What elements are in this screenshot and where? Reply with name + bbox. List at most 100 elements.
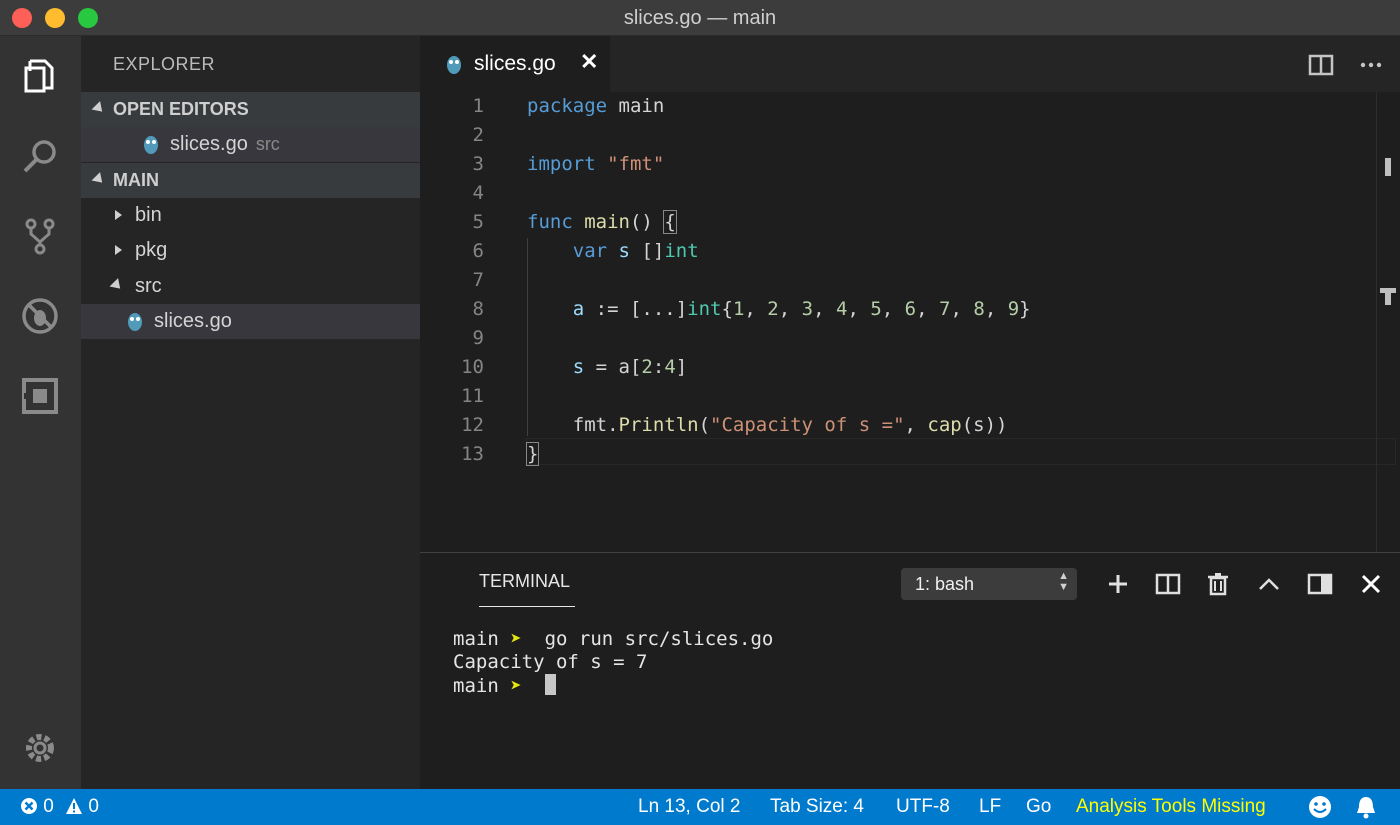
title-bar: slices.go — main [0,0,1400,36]
line-number: 6 [472,240,484,262]
end-of-line[interactable]: LF [979,796,1001,818]
code-line: 9 [420,324,1390,353]
go-file-icon [447,56,461,74]
open-editor-item[interactable]: slices.go src [81,127,420,162]
source-control-icon[interactable] [18,214,62,258]
analysis-tools-warning[interactable]: Analysis Tools Missing [1076,796,1266,818]
line-number: 3 [472,153,484,175]
cursor-position[interactable]: Ln 13, Col 2 [638,796,740,818]
file-encoding[interactable]: UTF-8 [896,796,950,818]
settings-gear-icon[interactable] [18,726,62,770]
activity-bar [0,36,81,789]
select-arrows-icon: ▲ ▼ [1058,570,1069,593]
overview-ruler-mark [1385,293,1391,305]
shell-select-value: 1: bash [915,574,975,594]
code-line: 10 s = a[2:4] [420,353,1390,382]
terminal-line[interactable]: main ➤ [453,674,556,697]
code-line: 11 [420,382,1390,411]
line-number: 13 [461,443,484,465]
terminal-shell-select[interactable]: 1: bash ▲ ▼ [901,568,1077,600]
tab-terminal[interactable]: TERMINAL [479,571,570,592]
terminal-cursor [544,674,556,695]
warning-icon [66,798,83,814]
window-title: slices.go — main [623,7,777,29]
split-terminal-icon[interactable] [1155,571,1181,597]
extensions-icon[interactable] [18,374,62,418]
maximize-panel-icon[interactable] [1256,571,1282,597]
explorer-sidebar: EXPLORER OPEN EDITORS slices.go src MAIN … [81,36,420,789]
prompt-arrow-icon: ➤ [510,675,522,697]
collapse-chevron-icon [91,101,107,116]
active-tab-indicator [479,606,575,607]
more-actions-icon[interactable] [1358,52,1384,78]
warning-count: 0 [88,796,99,817]
go-file-icon [144,136,158,154]
error-icon [21,798,37,814]
tab-label: slices.go [474,52,556,75]
line-number: 12 [461,414,484,436]
close-panel-icon[interactable] [1358,571,1384,597]
open-editors-section[interactable]: OPEN EDITORS [81,92,420,127]
line-number: 1 [472,95,484,117]
error-count: 0 [43,796,54,817]
code-line: 8 a := [...]int{1, 2, 3, 4, 5, 6, 7, 8, … [420,295,1390,324]
code-line: 6 var s []int [420,237,1390,266]
problems-indicator[interactable]: 0 0 [20,796,99,818]
code-line: 7 [420,266,1390,295]
editor-scrollbar[interactable] [1376,92,1377,552]
code-line: 12 fmt.Println("Capacity of s =", cap(s)… [420,411,1390,440]
line-number: 7 [472,269,484,291]
line-number: 4 [472,182,484,204]
terminal-panel: TERMINAL 1: bash ▲ ▼ main ➤ go run src/sl… [420,552,1400,789]
expand-chevron-icon [115,245,122,255]
main-folder-section[interactable]: MAIN [81,163,420,198]
tree-folder-src[interactable]: src [81,269,420,304]
expand-chevron-icon [115,210,122,220]
folder-label: pkg [135,239,168,261]
main-folder-label: MAIN [113,170,159,190]
line-number: 11 [461,385,484,407]
language-mode[interactable]: Go [1026,796,1051,818]
open-editor-filename: slices.go [170,133,248,155]
close-tab-icon[interactable]: ✕ [580,49,598,75]
code-line: 4 [420,179,1390,208]
tree-folder-pkg[interactable]: pkg [81,233,420,268]
search-icon[interactable] [18,134,62,178]
line-number: 5 [472,211,484,233]
trash-icon[interactable] [1205,571,1231,597]
files-icon[interactable] [18,54,62,98]
status-bar: 0 0 Ln 13, Col 2 Tab Size: 4 UTF-8 LF Go… [0,789,1400,825]
folder-label: bin [135,204,162,226]
tree-folder-bin[interactable]: bin [81,198,420,233]
explorer-title: EXPLORER [113,54,216,74]
code-line: 1 package main [420,92,1390,121]
code-line: 2 [420,121,1390,150]
smiley-icon[interactable] [1308,795,1332,819]
tab-slices-go[interactable]: slices.go ✕ [420,36,610,92]
file-label: slices.go [154,310,232,332]
collapse-chevron-icon [109,278,125,293]
collapse-chevron-icon [91,172,107,187]
overview-ruler-mark [1385,158,1391,176]
bell-icon[interactable] [1355,795,1377,819]
code-line: 5 func main() { [420,208,1390,237]
terminal-line: main ➤ go run src/slices.go [453,628,774,650]
tab-size[interactable]: Tab Size: 4 [770,796,864,818]
line-number: 10 [461,356,484,378]
tree-file-slices-go[interactable]: slices.go [81,304,420,339]
terminal-line: Capacity of s = 7 [453,651,648,673]
open-editor-folder: src [255,134,280,154]
folder-label: src [135,275,162,297]
open-editors-label: OPEN EDITORS [113,99,249,119]
code-line: 3 import "fmt" [420,150,1390,179]
toggle-panel-icon[interactable] [1307,571,1333,597]
prompt-arrow-icon: ➤ [510,628,522,650]
debug-icon[interactable] [18,294,62,338]
split-editor-icon[interactable] [1308,52,1334,78]
add-terminal-icon[interactable] [1105,571,1131,597]
code-line: 13} [420,440,1390,469]
code-editor[interactable]: 1 package main 2 3 import "fmt" 4 5 func ma… [420,92,1400,552]
go-file-icon [128,313,142,331]
line-number: 8 [472,298,484,320]
editor-tab-bar: slices.go ✕ [420,36,1400,92]
